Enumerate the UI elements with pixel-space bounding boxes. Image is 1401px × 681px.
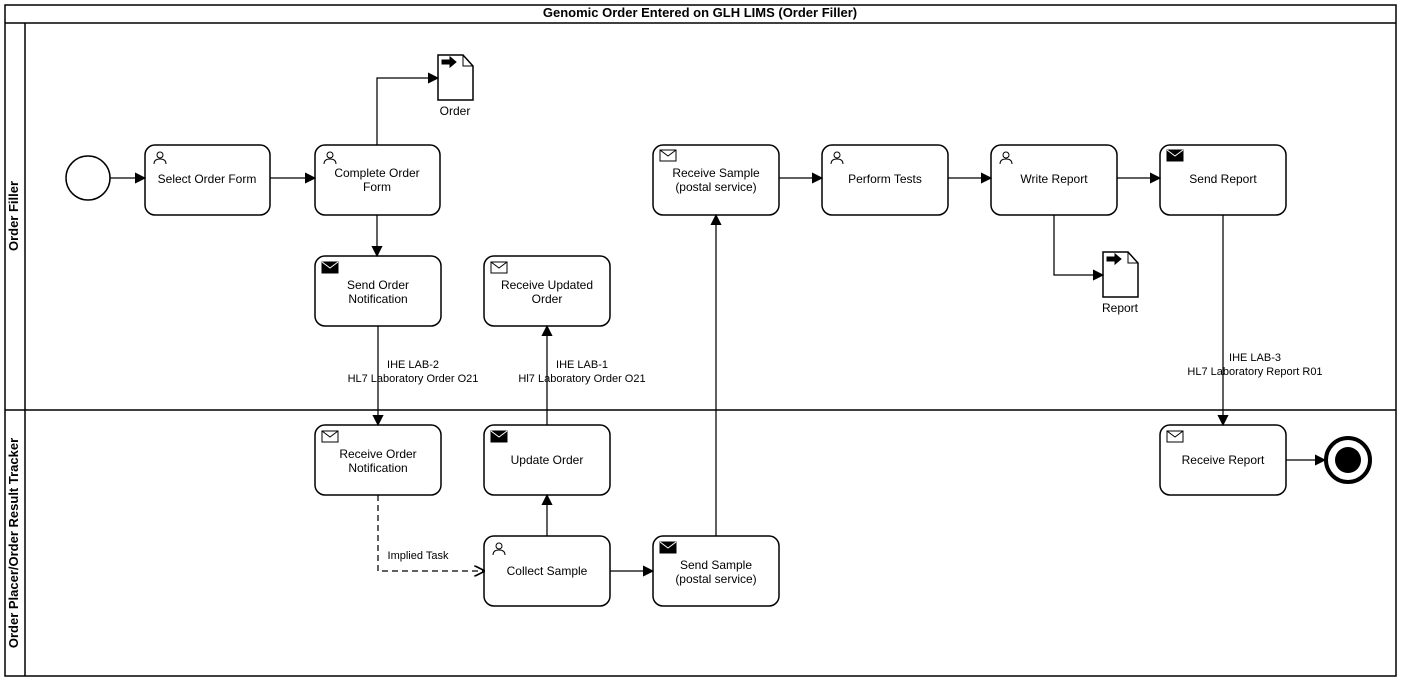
label-ihe-lab3-l2: HL7 Laboratory Report R01 <box>1187 366 1322 378</box>
task-receive-report: Receive Report <box>1160 425 1286 495</box>
svg-text:Notification: Notification <box>348 292 407 306</box>
bpmn-diagram: Genomic Order Entered on GLH LIMS (Order… <box>0 0 1401 681</box>
svg-text:(postal service): (postal service) <box>675 572 756 586</box>
task-receive-updated-order: Receive Updated Order <box>484 256 610 326</box>
svg-text:Receive Order: Receive Order <box>339 447 416 461</box>
lane-order-filler-title: Order Filler <box>6 181 21 251</box>
task-send-sample: Send Sample (postal service) <box>653 536 779 606</box>
svg-text:Write Report: Write Report <box>1020 172 1088 186</box>
envelope-icon <box>491 431 507 442</box>
envelope-icon <box>660 542 676 553</box>
svg-text:Order: Order <box>532 292 563 306</box>
task-update-order: Update Order <box>484 425 610 495</box>
task-complete-order-form: Complete Order Form <box>315 145 440 215</box>
label-ihe-lab2-l1: IHE LAB-2 <box>387 359 439 371</box>
artifact-order: Order <box>438 55 473 118</box>
label-implied-task: Implied Task <box>388 550 449 562</box>
flow-complete-order-artifact <box>377 78 438 145</box>
envelope-icon <box>322 262 338 273</box>
envelope-icon <box>1167 150 1183 161</box>
svg-text:Receive Updated: Receive Updated <box>501 278 593 292</box>
task-collect-sample: Collect Sample <box>484 536 610 606</box>
task-send-report: Send Report <box>1160 145 1286 215</box>
task-write-report: Write Report <box>991 145 1117 215</box>
label-ihe-lab1-l1: IHE LAB-1 <box>556 359 608 371</box>
svg-text:Update Order: Update Order <box>511 453 584 467</box>
task-receive-order-notification: Receive Order Notification <box>315 425 441 495</box>
svg-text:Perform Tests: Perform Tests <box>848 172 922 186</box>
svg-text:Collect Sample: Collect Sample <box>507 564 588 578</box>
svg-text:Notification: Notification <box>348 461 407 475</box>
end-event <box>1326 438 1370 482</box>
svg-text:Complete Order: Complete Order <box>334 166 419 180</box>
svg-text:Select Order Form: Select Order Form <box>158 172 257 186</box>
svg-text:Send Report: Send Report <box>1189 172 1257 186</box>
svg-text:Send Order: Send Order <box>347 278 409 292</box>
svg-text:Report: Report <box>1102 301 1139 315</box>
task-send-order-notification: Send Order Notification <box>315 256 441 326</box>
svg-text:Order: Order <box>440 104 471 118</box>
artifact-report: Report <box>1102 252 1139 315</box>
start-event <box>66 156 110 200</box>
svg-text:Send Sample: Send Sample <box>680 558 752 572</box>
task-receive-sample: Receive Sample (postal service) <box>653 145 779 215</box>
svg-text:Receive Sample: Receive Sample <box>672 166 760 180</box>
label-ihe-lab3-l1: IHE LAB-3 <box>1229 352 1281 364</box>
task-perform-tests: Perform Tests <box>822 145 948 215</box>
pool-title: Genomic Order Entered on GLH LIMS (Order… <box>543 5 857 20</box>
flow-write-report-artifact <box>1054 215 1103 275</box>
svg-text:Receive Report: Receive Report <box>1182 453 1265 467</box>
label-ihe-lab2-l2: HL7 Laboratory Order O21 <box>348 373 479 385</box>
label-ihe-lab1-l2: Hl7 Laboratory Order O21 <box>518 373 645 385</box>
svg-text:(postal service): (postal service) <box>675 180 756 194</box>
task-select-order-form: Select Order Form <box>145 145 270 215</box>
lane-order-placer-title: Order Placer/Order Result Tracker <box>6 438 21 648</box>
svg-text:Form: Form <box>363 180 391 194</box>
